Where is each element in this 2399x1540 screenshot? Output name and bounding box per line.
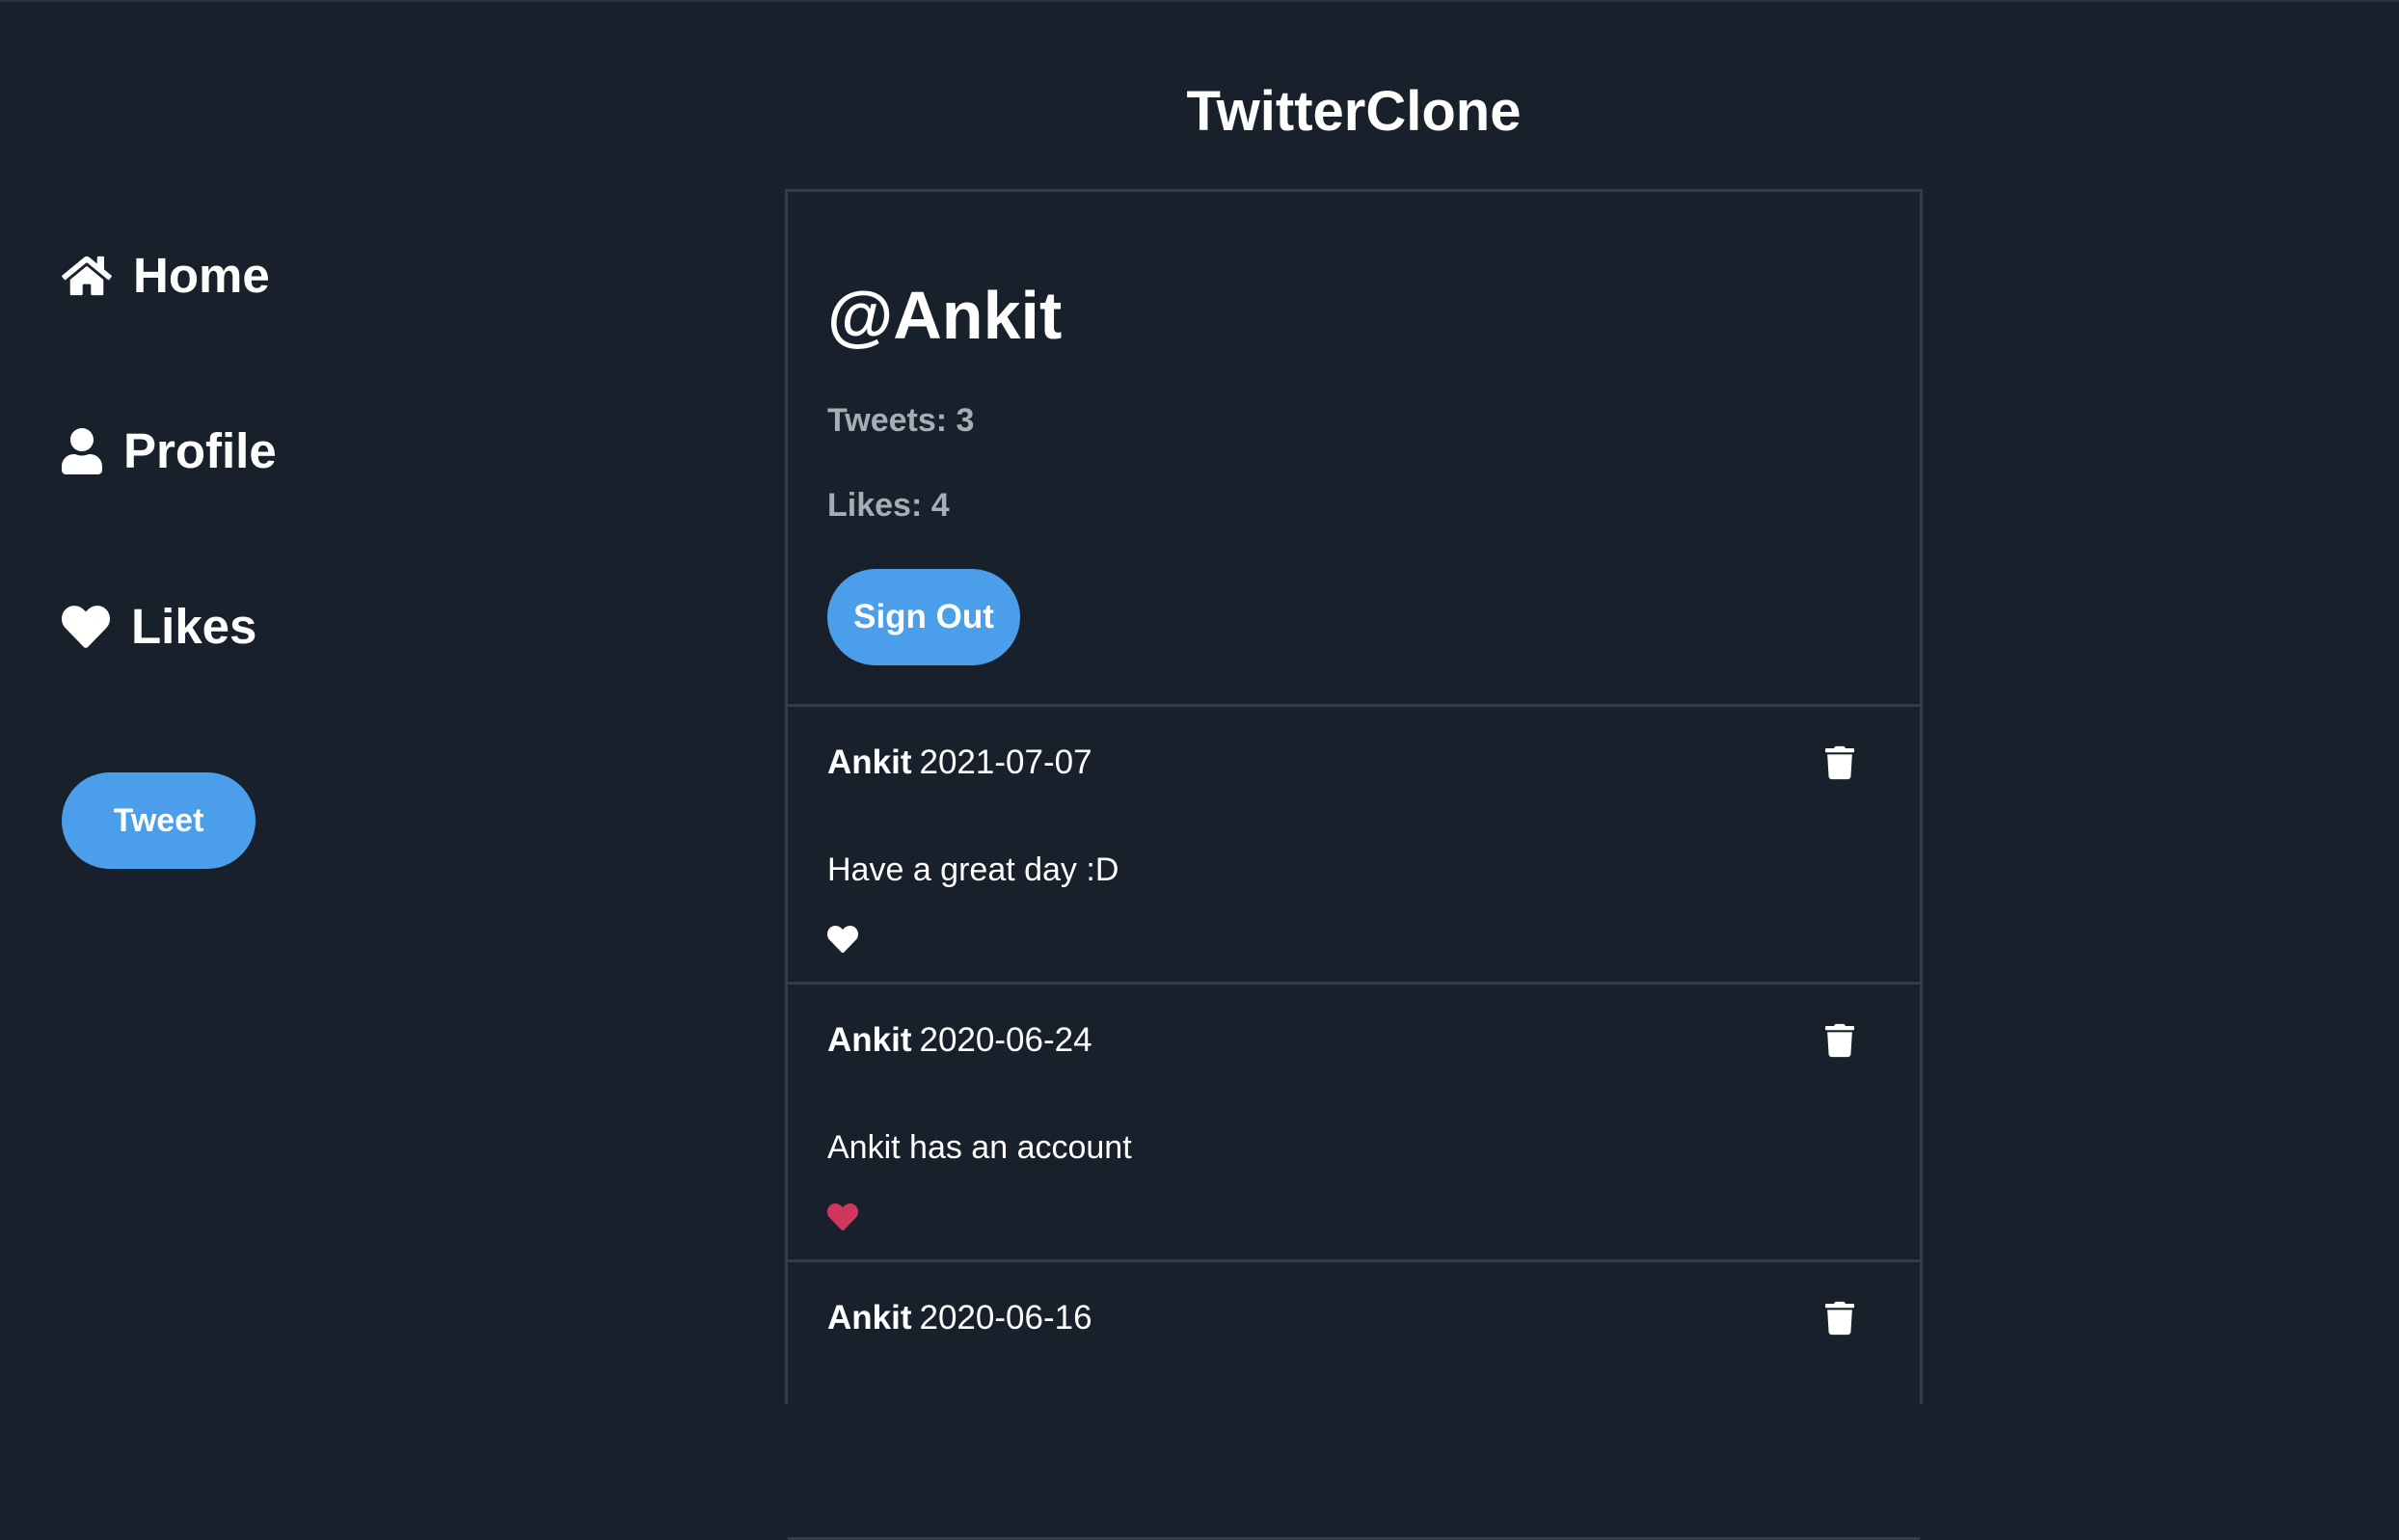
tweet-date: 2020-06-16 [919,1299,1092,1337]
profile-handle: @Ankit [827,278,1063,353]
sign-out-button[interactable]: Sign Out [827,569,1020,665]
heart-icon[interactable] [827,1202,860,1231]
sidebar-item-label: Home [133,248,270,303]
main-panel: @Ankit Tweets: 3 Likes: 4 Sign Out Ankit… [785,189,1923,1540]
trash-icon[interactable] [1825,1023,1854,1058]
sidebar-item-likes[interactable]: Likes [62,598,256,655]
page-title: TwitterClone [1186,80,1522,143]
user-icon [62,427,102,475]
tweet-item: Ankit 2020-06-24 Ankit has an account [788,985,1920,1262]
tweet-meta: Ankit 2021-07-07 [827,743,1092,782]
tweet-author[interactable]: Ankit [827,1021,912,1059]
tweet-item: Ankit 2020-06-16 [788,1262,1920,1540]
heart-icon [62,605,110,648]
tweet-item: Ankit 2021-07-07 Have a great day :D [788,707,1920,985]
likes-count: Likes: 4 [827,487,950,524]
profile-card: @Ankit Tweets: 3 Likes: 4 Sign Out [788,192,1920,707]
tweet-meta: Ankit 2020-06-16 [827,1299,1092,1337]
tweet-text: Ankit has an account [827,1129,1132,1166]
tweets-count: Tweets: 3 [827,402,975,439]
sidebar-item-profile[interactable]: Profile [62,422,277,479]
trash-icon[interactable] [1825,745,1854,780]
tweet-meta: Ankit 2020-06-24 [827,1021,1092,1060]
tweet-date: 2021-07-07 [919,743,1092,781]
tweet-author[interactable]: Ankit [827,743,912,781]
heart-icon[interactable] [827,925,860,954]
tweet-text: Have a great day :D [827,851,1119,888]
sidebar-item-label: Profile [123,423,277,478]
trash-icon[interactable] [1825,1301,1854,1336]
sidebar-item-label: Likes [131,599,257,654]
tweet-date: 2020-06-24 [919,1021,1092,1059]
home-icon [62,254,112,298]
tweet-author[interactable]: Ankit [827,1299,912,1337]
sidebar-item-home[interactable]: Home [62,247,270,304]
tweet-button[interactable]: Tweet [62,772,256,869]
